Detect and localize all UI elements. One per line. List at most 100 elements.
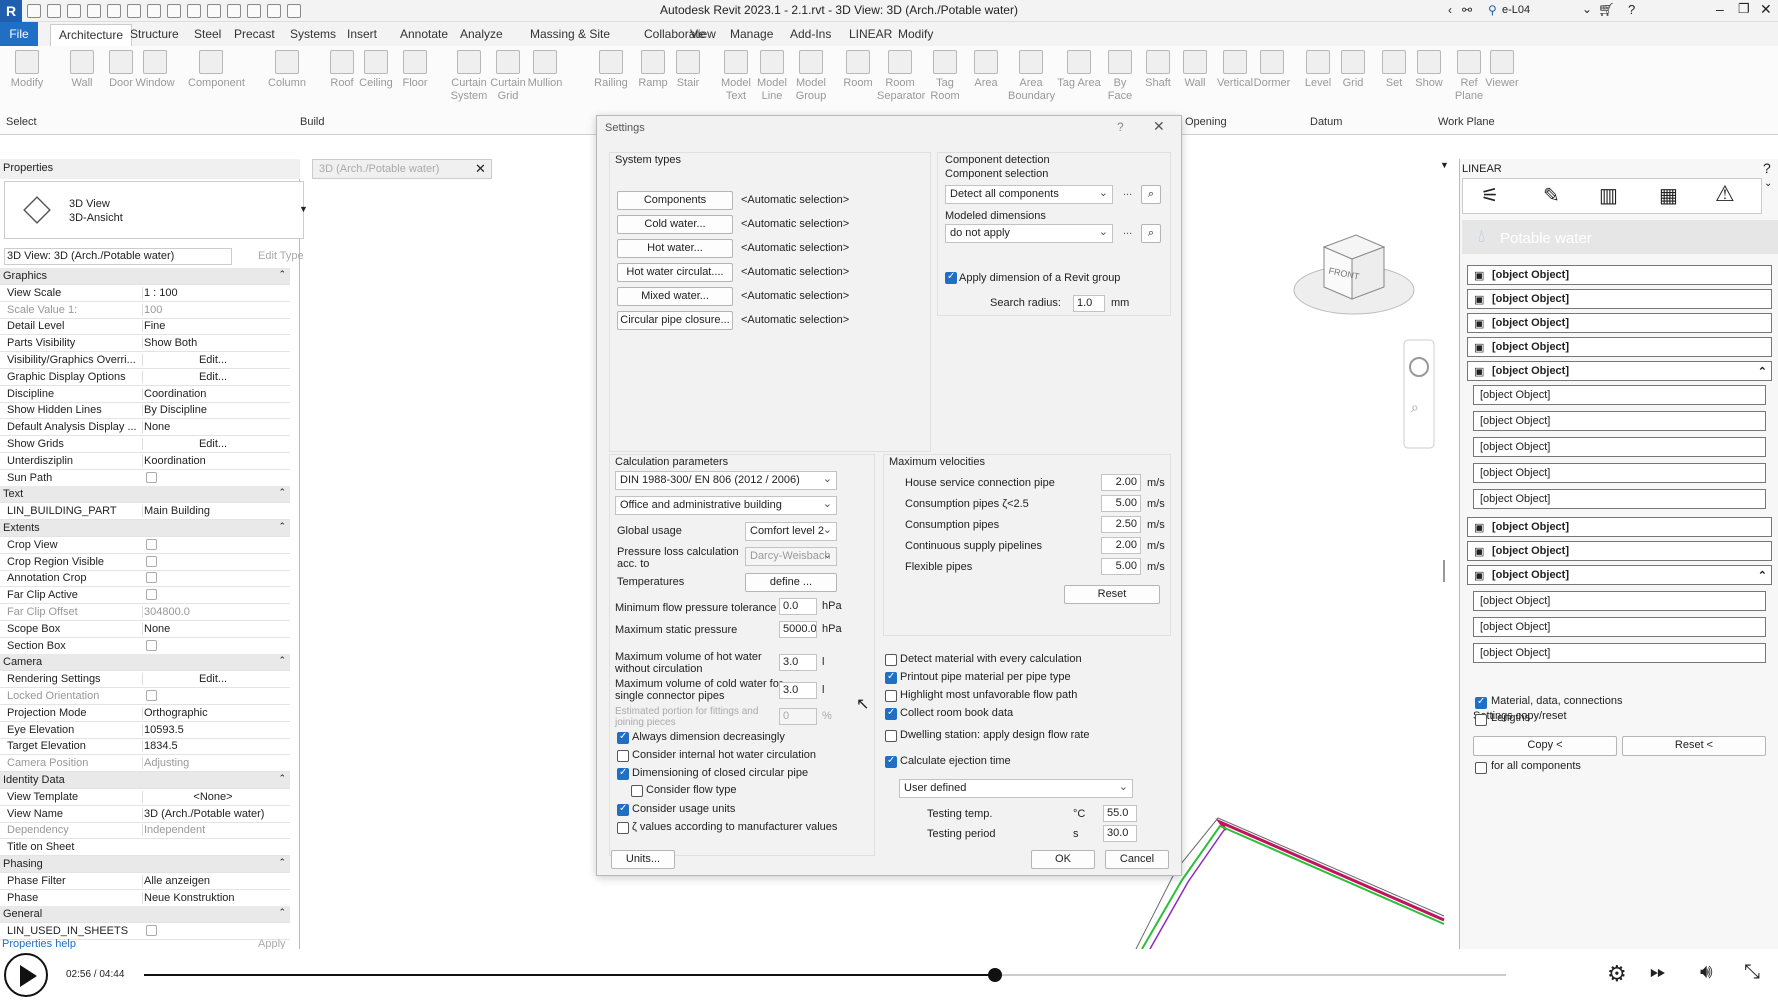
property-value[interactable]: None: [142, 622, 282, 635]
edit-type-button[interactable]: Edit Type: [258, 250, 304, 262]
menu-tab-structure[interactable]: Structure: [130, 27, 179, 41]
testing-period-input[interactable]: 30.0: [1103, 825, 1137, 842]
collapse-icon[interactable]: ⌃: [278, 857, 286, 868]
property-row[interactable]: Title on Sheet: [0, 839, 290, 857]
menu-tab-modify[interactable]: Modify: [898, 27, 933, 41]
property-row[interactable]: Section Box: [0, 638, 290, 655]
user-dropdown-icon[interactable]: ⌄: [1582, 2, 1592, 16]
collapse-icon[interactable]: ⌃: [278, 907, 286, 918]
play-button[interactable]: [4, 953, 48, 997]
property-row[interactable]: View Name 3D (Arch./Potable water): [0, 806, 290, 823]
component-selection-select[interactable]: Detect all components: [945, 185, 1113, 204]
option-checkbox[interactable]: [617, 750, 629, 762]
undo-icon[interactable]: [87, 4, 101, 18]
system-type-button[interactable]: Components: [617, 191, 733, 210]
revit-logo[interactable]: R: [0, 0, 22, 22]
cart-icon[interactable]: 🛒︎: [1598, 2, 1615, 18]
building-select[interactable]: Office and administrative building: [615, 496, 837, 515]
linear-item-technical-data[interactable]: [object Object]: [1473, 617, 1766, 637]
sliders-icon[interactable]: ⚟: [1481, 183, 1499, 208]
view-cube[interactable]: FRONT: [1293, 234, 1415, 315]
system-type-button[interactable]: Circular pipe closure...: [617, 311, 733, 330]
property-row[interactable]: Crop View: [0, 537, 290, 554]
dimension-icon[interactable]: [167, 4, 181, 18]
property-row[interactable]: View Template <None>: [0, 789, 290, 806]
close-view-icon[interactable]: ✕: [475, 161, 486, 177]
linear-item-calculation[interactable]: ▣ [object Object]: [1467, 265, 1772, 285]
ribbon-button-window[interactable]: Window: [135, 50, 175, 90]
linear-collapse-icon[interactable]: ⌄: [1764, 178, 1772, 189]
menu-tab-architecture[interactable]: Architecture: [50, 24, 133, 46]
property-row[interactable]: Unterdisziplin Koordination: [0, 453, 290, 470]
property-value[interactable]: Edit...: [142, 370, 282, 383]
property-row[interactable]: Target Elevation 1834.5: [0, 738, 290, 756]
restore-icon[interactable]: ❐: [1738, 1, 1750, 17]
component-selection-more[interactable]: ...: [1123, 186, 1132, 198]
collapse-icon[interactable]: ⌃: [278, 487, 286, 498]
component-search-icon[interactable]: ⌕: [1141, 185, 1161, 204]
ribbon-button-floor[interactable]: Floor: [395, 50, 435, 90]
speed-icon[interactable]: ⏩︎: [1650, 961, 1666, 984]
velocity-input[interactable]: 2.50: [1101, 516, 1141, 533]
linear-reset-button[interactable]: Reset <: [1622, 736, 1766, 756]
close-icon[interactable]: ✕: [1760, 1, 1772, 18]
cancel-button[interactable]: Cancel: [1105, 850, 1169, 869]
property-row[interactable]: Dependency Independent: [0, 822, 290, 840]
pencil-icon[interactable]: ✎: [1543, 183, 1560, 208]
property-value[interactable]: None: [142, 421, 282, 434]
settings-gear-icon[interactable]: ⚙: [1607, 961, 1627, 987]
property-row[interactable]: Locked Orientation: [0, 688, 290, 705]
dialog-close-icon[interactable]: ✕: [1153, 118, 1165, 135]
linear-item-valves[interactable]: [object Object]: [1473, 411, 1766, 431]
property-value[interactable]: Independent: [142, 824, 282, 837]
ribbon-button-component[interactable]: Component: [188, 50, 245, 90]
linear-item-pipes-and-insulations[interactable]: [object Object]: [1473, 385, 1766, 405]
linear-item-additional-material[interactable]: [object Object]: [1473, 489, 1766, 509]
property-value[interactable]: Edit...: [142, 354, 282, 366]
menu-tab-manage[interactable]: Manage: [730, 27, 773, 41]
close-hidden-icon[interactable]: [267, 4, 281, 18]
linear-item-pumps[interactable]: [object Object]: [1473, 437, 1766, 457]
seek-handle[interactable]: [988, 968, 1003, 982]
property-value[interactable]: Orthographic: [142, 706, 282, 719]
linear-item-classify[interactable]: [object Object]: [1473, 591, 1766, 611]
property-value[interactable]: 1 : 100: [142, 286, 282, 299]
section-icon[interactable]: [227, 4, 241, 18]
linear-item-usage-units[interactable]: ▣ [object Object]: [1467, 517, 1772, 537]
property-row[interactable]: Sun Path: [0, 470, 290, 487]
sync-icon[interactable]: [67, 4, 81, 18]
apply-dim-group-checkbox[interactable]: [945, 271, 957, 284]
ribbon-button-viewer[interactable]: Viewer: [1482, 50, 1522, 90]
linear-item-material-data[interactable]: ▣ ⌃ [object Object]: [1467, 361, 1772, 381]
property-checkbox[interactable]: [146, 925, 157, 937]
property-value[interactable]: Edit...: [142, 438, 282, 450]
menu-tab-linear[interactable]: LINEAR: [849, 27, 892, 41]
velocity-input[interactable]: 5.00: [1101, 558, 1141, 575]
option-checkbox[interactable]: [631, 785, 643, 797]
property-value[interactable]: Coordination: [142, 387, 282, 400]
ribbon-button-tag-room[interactable]: Tag Room: [922, 50, 968, 103]
modeled-dimensions-select[interactable]: do not apply: [945, 224, 1113, 243]
collapse-icon[interactable]: ⌃: [278, 521, 286, 532]
property-value[interactable]: Neue Konstruktion: [142, 891, 282, 904]
modeled-search-icon[interactable]: ⌕: [1141, 224, 1161, 243]
property-value[interactable]: Fine: [142, 320, 282, 333]
switch-windows-icon[interactable]: [287, 4, 301, 18]
mdc-checkbox[interactable]: [1475, 696, 1487, 709]
property-row[interactable]: Annotation Crop: [0, 570, 290, 588]
property-checkbox[interactable]: [146, 538, 157, 550]
menu-tab-view[interactable]: View: [690, 27, 716, 41]
output-checkbox[interactable]: [885, 690, 897, 702]
ribbon-button-area-boundary[interactable]: Area Boundary: [1008, 50, 1055, 103]
property-value[interactable]: Koordination: [142, 454, 282, 467]
linear-help-icon[interactable]: ?: [1763, 160, 1771, 176]
copy-button[interactable]: Copy <: [1473, 736, 1617, 756]
measure-icon[interactable]: [147, 4, 161, 18]
search-icon[interactable]: ‹: [1448, 3, 1452, 17]
ribbon-button-shaft[interactable]: Shaft: [1138, 50, 1178, 90]
property-row[interactable]: Far Clip Active: [0, 587, 290, 605]
ribbon-button-grid[interactable]: Grid: [1333, 50, 1373, 90]
splitter[interactable]: [1443, 560, 1445, 582]
ribbon-button-room-separator[interactable]: Room Separator: [877, 50, 925, 103]
type-selector[interactable]: 3D View 3D-Ansicht ▼: [4, 181, 308, 239]
